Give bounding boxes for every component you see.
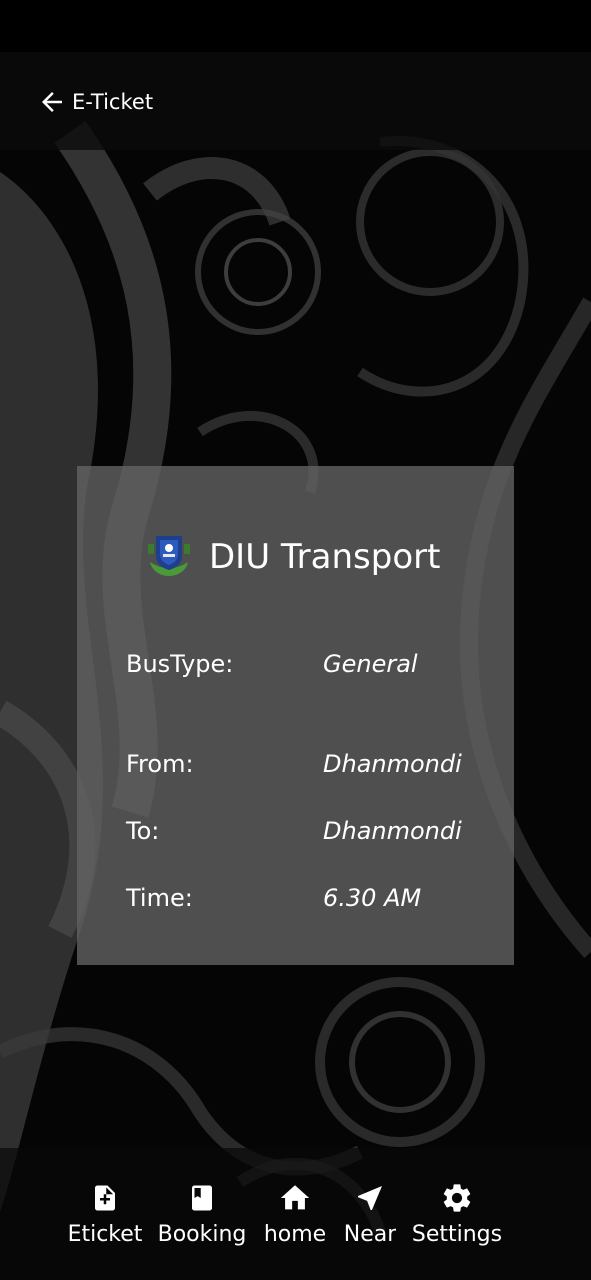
- nav-item-booking[interactable]: Booking: [154, 1180, 250, 1252]
- nav-item-eticket[interactable]: Eticket: [62, 1180, 148, 1252]
- nav-label-home: home: [263, 1222, 327, 1246]
- university-logo: [148, 536, 190, 576]
- nav-item-home[interactable]: home: [258, 1180, 332, 1252]
- status-bar: [0, 0, 591, 52]
- bustype-value: General: [323, 650, 418, 678]
- ticket-title: DIU Transport: [209, 537, 441, 577]
- to-value: Dhanmondi: [323, 817, 462, 845]
- nav-label-near: Near: [343, 1222, 397, 1246]
- bustype-label: BusType:: [126, 650, 234, 678]
- nav-item-settings[interactable]: Settings: [408, 1180, 506, 1252]
- home-icon: [277, 1180, 313, 1216]
- from-label: From:: [126, 750, 194, 778]
- nav-label-booking: Booking: [157, 1222, 247, 1246]
- book-icon: [184, 1180, 220, 1216]
- to-label: To:: [126, 817, 160, 845]
- time-label: Time:: [126, 884, 193, 912]
- file-plus-icon: [87, 1180, 123, 1216]
- gear-icon: [439, 1180, 475, 1216]
- navigation-arrow-icon: [352, 1180, 388, 1216]
- nav-item-near[interactable]: Near: [338, 1180, 402, 1252]
- back-arrow-icon[interactable]: [36, 86, 68, 118]
- from-value: Dhanmondi: [323, 750, 462, 778]
- nav-label-eticket: Eticket: [67, 1222, 143, 1246]
- page-title: E-Ticket: [72, 90, 154, 114]
- nav-label-settings: Settings: [411, 1222, 503, 1246]
- time-value: 6.30 AM: [323, 884, 422, 912]
